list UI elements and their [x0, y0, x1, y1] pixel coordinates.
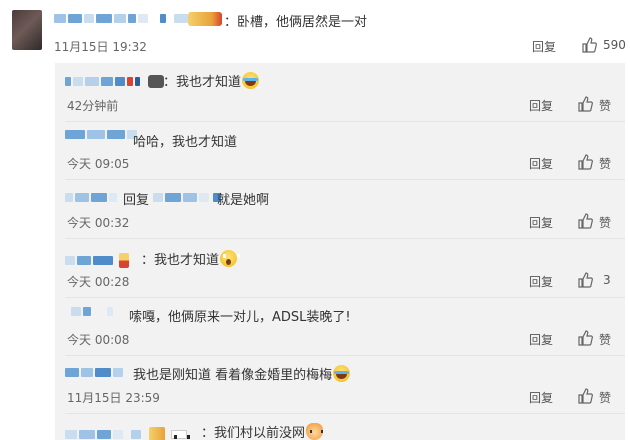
like-thumb-icon[interactable]	[577, 388, 593, 404]
divider	[65, 179, 625, 180]
divider	[65, 238, 625, 239]
username-redacted[interactable]	[65, 193, 117, 202]
reply-time: 今天 09:05	[67, 157, 130, 171]
username-redacted[interactable]	[65, 427, 190, 440]
laughing-emoji-icon	[242, 72, 260, 89]
like-thumb-icon[interactable]	[577, 330, 593, 346]
shocked-emoji-icon	[220, 250, 241, 267]
reply-button[interactable]: 回复	[529, 273, 553, 290]
reply-button[interactable]: 回复	[529, 155, 553, 172]
like-thumb-icon[interactable]	[577, 272, 593, 288]
cat-emoji-icon	[306, 423, 324, 440]
reply-button[interactable]: 回复	[529, 389, 553, 406]
reply-text: 就是她啊	[217, 193, 270, 208]
username-redacted[interactable]	[65, 75, 164, 88]
reply-button[interactable]: 回复	[529, 331, 553, 348]
reply-text: 哈哈，我也才知道	[133, 135, 238, 150]
replies-panel: ：我也才知道 42分钟前 回复 赞 哈哈，我也才知道 今天 09:05 回复 赞…	[55, 63, 625, 440]
laughing-emoji-icon	[333, 365, 351, 382]
reply-text: ：我也才知道	[163, 71, 260, 90]
username-redacted[interactable]	[65, 368, 123, 377]
panda-emoji-icon	[171, 429, 190, 439]
like-count: 3	[603, 273, 611, 287]
reply-text: ：我们村以前没网	[201, 422, 324, 440]
avatar[interactable]	[12, 10, 42, 50]
like-label[interactable]: 赞	[599, 97, 611, 114]
reply-button[interactable]: 回复	[529, 214, 553, 231]
reply-text: 我也是刚知道 看着像金婚里的梅梅	[133, 364, 351, 383]
like-thumb-icon[interactable]	[577, 96, 593, 112]
reply-time: 今天 00:32	[67, 216, 130, 230]
like-thumb-icon[interactable]	[577, 213, 593, 229]
divider	[65, 413, 625, 414]
reply-time: 42分钟前	[67, 99, 119, 113]
like-label[interactable]: 赞	[599, 331, 611, 348]
like-count: 590	[603, 38, 626, 52]
username-redacted[interactable]	[65, 130, 137, 139]
reply-text: ：我也才知道	[141, 249, 241, 268]
like-label[interactable]: 赞	[599, 214, 611, 231]
top-comment: ：卧槽，他俩居然是一对 11月15日 19:32 回复 590	[0, 0, 630, 63]
like-thumb-icon[interactable]	[581, 37, 597, 53]
reply-time: 今天 00:08	[67, 333, 130, 347]
reply-to-username-redacted[interactable]	[153, 193, 221, 202]
reply-time: 11月15日 23:59	[67, 391, 160, 405]
divider	[65, 297, 625, 298]
reply-button[interactable]: 回复	[529, 97, 553, 114]
like-label[interactable]: 赞	[599, 389, 611, 406]
divider	[65, 355, 625, 356]
user-badge	[188, 12, 222, 26]
comment-text: ：卧槽，他俩居然是一对	[224, 15, 368, 30]
reply-button[interactable]: 回复	[532, 38, 556, 55]
username-redacted[interactable]	[54, 14, 200, 23]
username-redacted[interactable]	[65, 253, 129, 268]
like-label[interactable]: 赞	[599, 155, 611, 172]
like-thumb-icon[interactable]	[577, 154, 593, 170]
reply-text: 嗦嘎，他俩原来一对儿，ADSL装晚了!	[129, 310, 351, 325]
reply-time: 今天 00:28	[67, 275, 130, 289]
username-redacted[interactable]	[71, 307, 113, 316]
comment-time: 11月15日 19:32	[54, 40, 147, 54]
reply-prefix: 回复	[123, 193, 150, 208]
divider	[65, 121, 625, 122]
